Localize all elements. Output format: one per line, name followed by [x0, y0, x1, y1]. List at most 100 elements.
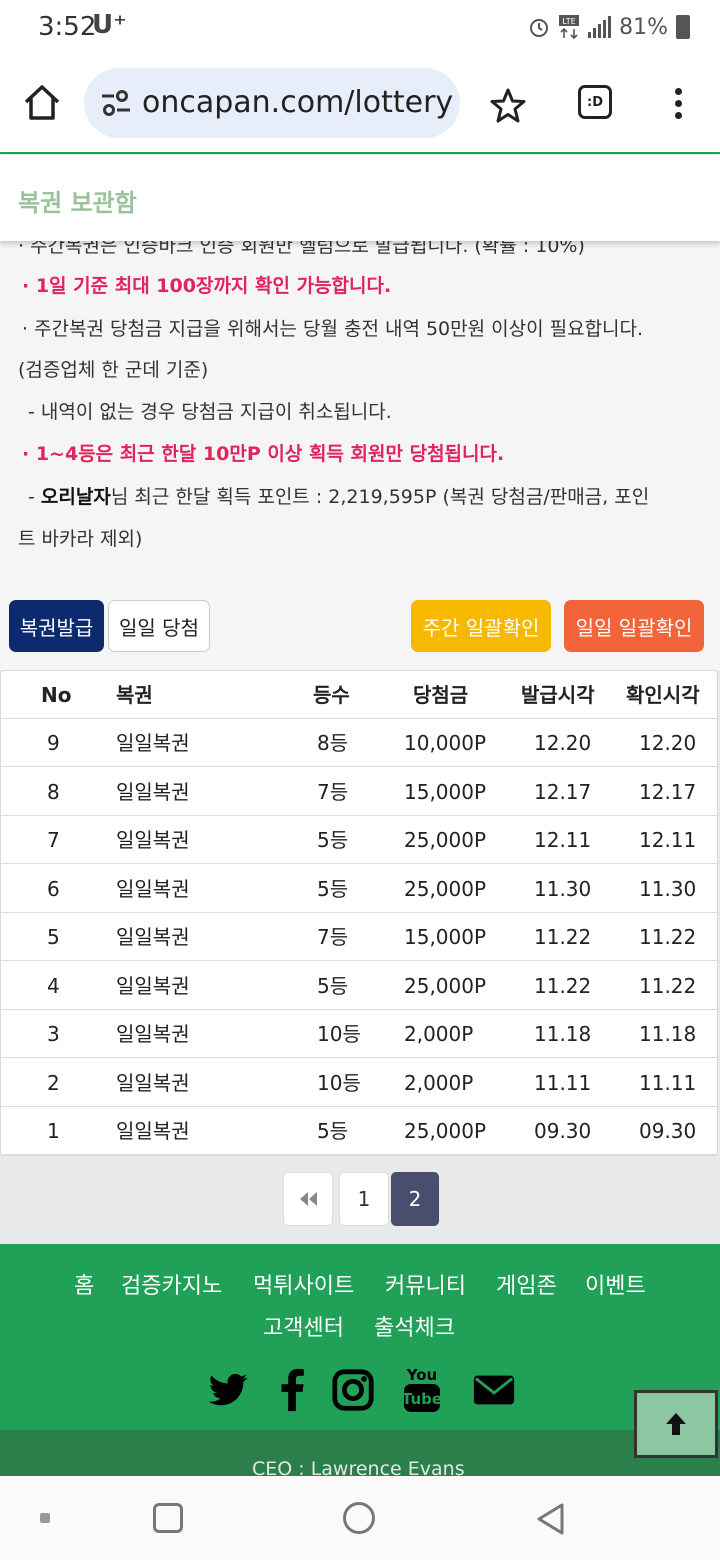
daily-win-button[interactable]: 일일 당첨	[108, 600, 210, 652]
cell-checked: 12.11	[639, 828, 697, 852]
footer-link-community[interactable]: 커뮤니티	[385, 1268, 466, 1300]
cell-prize: 25,000P	[404, 876, 487, 901]
arrow-up-icon	[666, 1413, 686, 1435]
notice-points-line: - 오리날자님 최근 한달 획득 포인트 : 2,219,595P (복권 당첨…	[28, 486, 650, 508]
footer-link-home[interactable]: 홈	[74, 1268, 94, 1300]
first-page-button[interactable]	[283, 1172, 333, 1226]
footer-link-scam-sites[interactable]: 먹튀사이트	[253, 1268, 354, 1300]
home-icon[interactable]	[20, 80, 64, 124]
cell-lottery: 일일복권	[116, 828, 190, 852]
overview-button[interactable]	[153, 1503, 183, 1533]
notice-line: · 주간복권은 인증바크 인증 회원만 헬럼으로 발급됩니다. (확률 : 10…	[18, 241, 585, 257]
cell-issued: 12.20	[534, 731, 592, 755]
url-text[interactable]: oncapan.com/lottery	[142, 85, 453, 120]
cell-checked: 11.30	[639, 876, 697, 901]
battery-icon	[676, 15, 690, 39]
cell-checked: 12.17	[639, 779, 697, 804]
cell-checked: 11.22	[639, 925, 697, 949]
col-checked: 확인시각	[626, 683, 700, 707]
lte-icon: LTE	[559, 15, 580, 40]
col-prize: 당첨금	[413, 683, 469, 707]
cell-checked: 11.22	[639, 973, 697, 998]
status-icons: LTE 81%	[528, 14, 690, 40]
cell-prize: 10,000P	[404, 731, 487, 755]
page-2-button[interactable]: 2	[391, 1172, 439, 1226]
cell-rank: 8등	[317, 731, 349, 755]
facebook-icon[interactable]	[270, 1367, 316, 1413]
status-time: 3:52	[38, 12, 97, 42]
address-bar[interactable]: oncapan.com/lottery	[84, 68, 460, 138]
rewind-icon	[300, 1192, 317, 1206]
cell-issued: 11.22	[534, 925, 592, 949]
table-row: 8 일일복권 7등 15,000P 12.17 12.17	[1, 768, 717, 816]
username: 오리날자	[40, 486, 111, 508]
star-icon[interactable]	[488, 86, 528, 126]
col-lottery: 복권	[116, 683, 153, 707]
tabs-label: :D	[587, 94, 603, 110]
daily-check-all-button[interactable]: 일일 일괄확인	[564, 600, 704, 652]
cell-no: 8	[47, 779, 60, 804]
svg-text:You: You	[406, 1366, 437, 1384]
recent-apps-button[interactable]	[40, 1513, 50, 1523]
col-issued: 발급시각	[521, 683, 595, 707]
table-row: 5 일일복권 7등 15,000P 11.22 11.22	[1, 913, 717, 961]
cell-issued: 11.22	[534, 973, 592, 998]
cell-no: 7	[47, 828, 60, 852]
footer-link-support[interactable]: 고객센터	[263, 1310, 344, 1342]
table-row: 6 일일복권 5등 25,000P 11.30 11.30	[1, 865, 717, 913]
twitter-icon[interactable]	[205, 1367, 251, 1413]
footer-link-attendance[interactable]: 출석체크	[374, 1310, 455, 1342]
table-row: 9 일일복권 8등 10,000P 12.20 12.20	[1, 719, 717, 767]
back-button[interactable]	[534, 1502, 566, 1536]
cell-no: 9	[47, 731, 60, 755]
footer-link-gamezone[interactable]: 게임존	[496, 1268, 557, 1300]
page-title: 복권 보관함	[18, 189, 137, 217]
scroll-to-top-button[interactable]	[634, 1390, 718, 1458]
table-row: 7 일일복권 5등 25,000P 12.11 12.11	[1, 816, 717, 864]
cell-no: 5	[47, 925, 60, 949]
notice-line: · 주간복권 당첨금 지급을 위해서는 당월 충전 내역 50만원 이상이 필요…	[22, 318, 644, 340]
cell-lottery: 일일복권	[116, 973, 190, 998]
cell-rank: 5등	[317, 828, 349, 852]
cell-rank: 5등	[317, 1119, 349, 1143]
youtube-icon[interactable]: You Tube	[400, 1362, 444, 1414]
cell-lottery: 일일복권	[116, 1119, 190, 1143]
cell-lottery: 일일복권	[116, 779, 190, 804]
cell-prize: 25,000P	[404, 973, 487, 998]
cell-issued: 11.18	[534, 1022, 592, 1046]
status-bar: 3:52 U⁺ LTE 81%	[0, 0, 720, 56]
home-button[interactable]	[343, 1502, 375, 1534]
cell-rank: 7등	[317, 779, 349, 804]
cell-rank: 10등	[317, 1070, 361, 1095]
cell-lottery: 일일복권	[116, 1022, 190, 1046]
cell-rank: 7등	[317, 925, 349, 949]
cell-rank: 5등	[317, 876, 349, 901]
table-row: 3 일일복권 10등 2,000P 11.18 11.18	[1, 1010, 717, 1058]
notice-line: (검증업체 한 군데 기준)	[18, 359, 209, 381]
table-header-row: No 복권 등수 당첨금 발급시각 확인시각	[1, 671, 717, 719]
menu-icon[interactable]	[668, 88, 688, 122]
mail-icon[interactable]	[470, 1367, 518, 1413]
tabs-icon[interactable]: :D	[578, 85, 612, 119]
signal-icon	[588, 16, 612, 38]
notice-line: - 내역이 없는 경우 당첨금 지급이 취소됩니다.	[28, 401, 392, 423]
cell-checked: 11.11	[639, 1070, 697, 1095]
cell-no: 4	[47, 973, 60, 998]
footer-link-casino[interactable]: 검증카지노	[121, 1268, 222, 1300]
col-rank: 등수	[313, 683, 350, 707]
site-settings-icon[interactable]	[100, 88, 132, 118]
cell-no: 1	[47, 1119, 60, 1143]
footer-link-events[interactable]: 이벤트	[585, 1268, 646, 1300]
table-row: 4 일일복권 5등 25,000P 11.22 11.22	[1, 962, 717, 1010]
footer-info: CEO : Lawrence Evans	[0, 1430, 720, 1476]
cell-rank: 5등	[317, 973, 349, 998]
weekly-check-all-button[interactable]: 주간 일괄확인	[411, 600, 551, 652]
page-1-button[interactable]: 1	[339, 1172, 389, 1226]
cell-prize: 15,000P	[404, 779, 487, 804]
issue-lottery-button[interactable]: 복권발급	[9, 600, 104, 652]
ceo-text: CEO : Lawrence Evans	[252, 1458, 465, 1476]
cell-issued: 09.30	[534, 1119, 592, 1143]
cell-lottery: 일일복권	[116, 731, 190, 755]
instagram-icon[interactable]	[330, 1367, 376, 1413]
cell-no: 6	[47, 876, 60, 901]
